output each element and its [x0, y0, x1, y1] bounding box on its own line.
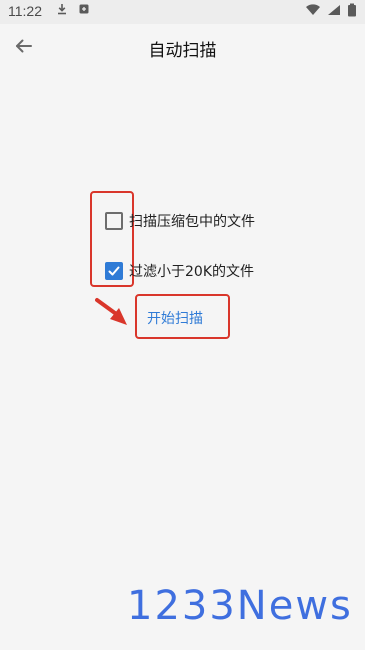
unchecked-checkbox-icon[interactable]: [105, 212, 123, 230]
start-scan-button[interactable]: 开始扫描: [147, 308, 203, 328]
status-bar: 11:22: [0, 0, 365, 24]
status-time: 11:22: [8, 3, 42, 19]
signal-icon: [328, 5, 340, 15]
option-filter-small-files-label: 过滤小于20K的文件: [129, 264, 254, 280]
app-bar: 自动扫描: [0, 24, 365, 66]
option-scan-archives-label: 扫描压缩包中的文件: [129, 214, 255, 230]
page-title: 自动扫描: [148, 41, 217, 61]
red-arrow-icon: [95, 298, 127, 325]
status-left-icons: [56, 3, 90, 15]
app-icon: [79, 4, 89, 14]
download-icon: [58, 4, 66, 15]
checked-checkbox-icon[interactable]: [105, 262, 123, 280]
check-icon: [108, 266, 120, 276]
status-right-icons: [305, 3, 357, 17]
battery-icon: [348, 3, 356, 17]
option-filter-small-files[interactable]: 过滤小于20K的文件: [105, 261, 254, 281]
option-scan-archives[interactable]: 扫描压缩包中的文件: [105, 211, 255, 231]
wifi-icon: [306, 4, 320, 15]
watermark-logo: 1233News: [127, 583, 353, 629]
